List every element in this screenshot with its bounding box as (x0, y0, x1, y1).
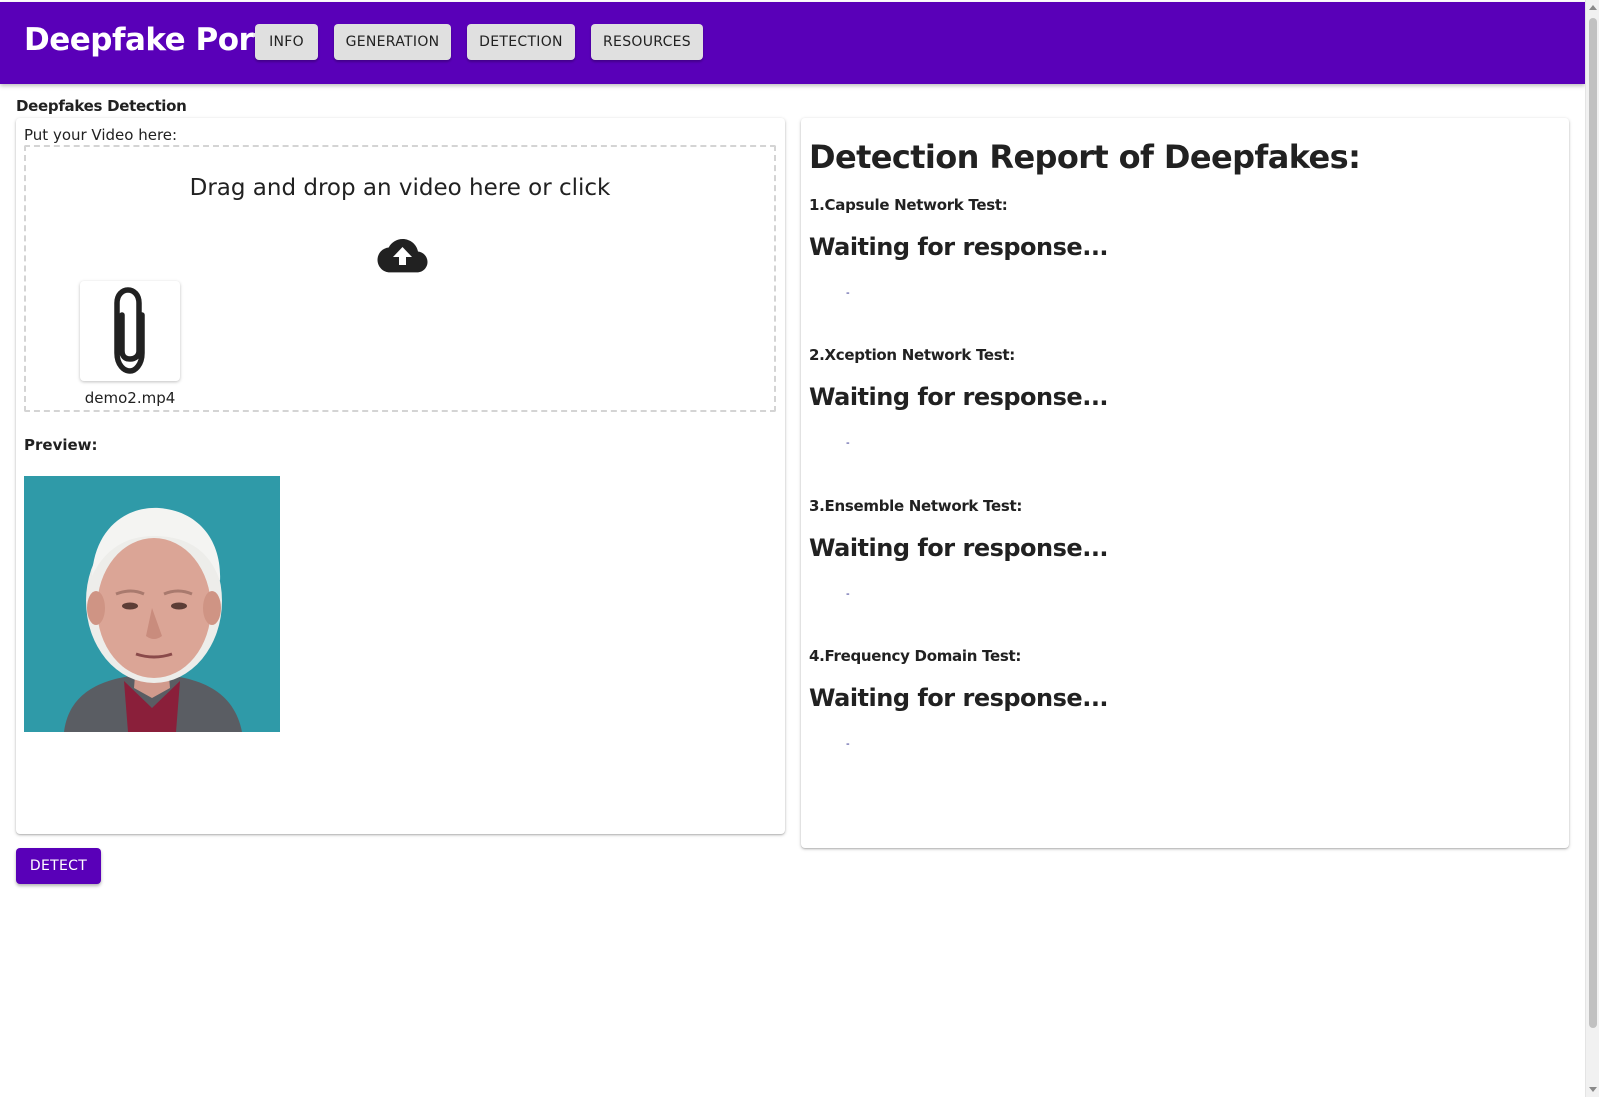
test-status: Waiting for response... (809, 684, 1109, 712)
report-panel: Detection Report of Deepfakes: 1.Capsule… (801, 118, 1569, 848)
test-xception: 2.Xception Network Test: Waiting for res… (809, 346, 1549, 449)
nav-resources-button[interactable]: RESOURCES (591, 24, 703, 60)
app-bar: Deepfake Portal INFO GENERATION DETECTIO… (0, 2, 1585, 84)
nav-detection-button[interactable]: DETECTION (467, 24, 575, 60)
test-name: 3.Ensemble Network Test: (809, 497, 1023, 515)
dropzone-text: Drag and drop an video here or click (189, 175, 611, 201)
video-preview-image (24, 476, 280, 732)
test-status: Waiting for response... (809, 383, 1109, 411)
preview-label: Preview: (24, 436, 98, 454)
detect-button[interactable]: DETECT (16, 848, 101, 884)
paperclip-icon (114, 287, 145, 374)
nav-info-button[interactable]: INFO (255, 24, 318, 60)
cloud-upload-icon[interactable] (376, 235, 428, 275)
test-result: - (846, 437, 850, 449)
file-name: demo2.mp4 (84, 389, 176, 407)
test-result: - (846, 287, 850, 299)
upload-label: Put your Video here: (24, 126, 178, 144)
scroll-up-arrow-icon[interactable] (1589, 5, 1597, 10)
page-title: Deepfakes Detection (16, 97, 187, 115)
test-result: - (846, 738, 850, 750)
report-title: Detection Report of Deepfakes: (809, 138, 1361, 176)
test-capsule: 1.Capsule Network Test: Waiting for resp… (809, 196, 1549, 299)
test-result: - (846, 588, 850, 600)
test-name: 4.Frequency Domain Test: (809, 647, 1022, 665)
test-name: 1.Capsule Network Test: (809, 196, 1008, 214)
nav-generation-button[interactable]: GENERATION (334, 24, 451, 60)
page-scrollbar[interactable] (1585, 0, 1599, 1097)
scrollbar-thumb[interactable] (1589, 18, 1597, 1028)
test-status: Waiting for response... (809, 233, 1109, 261)
file-thumbnail[interactable] (80, 281, 180, 381)
video-dropzone[interactable]: Drag and drop an video here or click dem… (24, 145, 776, 412)
scroll-down-arrow-icon[interactable] (1589, 1087, 1597, 1092)
test-ensemble: 3.Ensemble Network Test: Waiting for res… (809, 497, 1549, 600)
test-name: 2.Xception Network Test: (809, 346, 1015, 364)
test-frequency: 4.Frequency Domain Test: Waiting for res… (809, 647, 1549, 750)
test-status: Waiting for response... (809, 534, 1109, 562)
upload-panel: Put your Video here: Drag and drop an vi… (16, 118, 785, 834)
